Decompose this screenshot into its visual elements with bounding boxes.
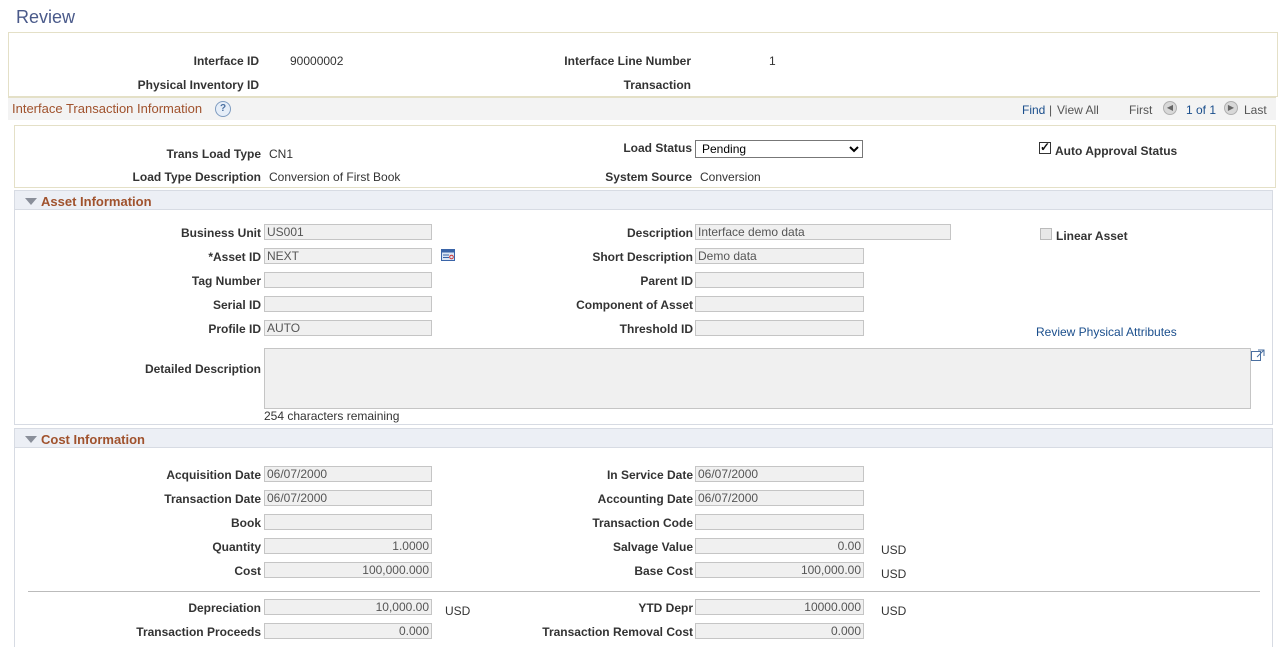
nav-separator: | xyxy=(1049,103,1053,117)
auto-approval-checkbox[interactable]: ✓ xyxy=(1039,140,1051,154)
component-of-asset-label: Component of Asset xyxy=(576,298,693,312)
system-source-value: Conversion xyxy=(700,170,761,184)
ytd-depr-currency: USD xyxy=(881,604,907,618)
interface-line-value: 1 xyxy=(769,54,776,68)
detailed-description-textarea[interactable] xyxy=(264,348,1251,409)
asset-section-header[interactable] xyxy=(14,190,1273,210)
page-title: Review xyxy=(16,7,76,27)
quantity-field[interactable]: 1.0000 xyxy=(264,538,432,554)
base-cost-currency: USD xyxy=(881,567,907,581)
serial-id-label: Serial ID xyxy=(212,298,261,312)
description-label: Description xyxy=(626,226,693,240)
short-description-field[interactable]: Demo data xyxy=(695,248,864,264)
lookup-icon[interactable] xyxy=(441,249,455,261)
grid-title: Interface Transaction Information xyxy=(12,101,203,116)
threshold-id-field[interactable] xyxy=(695,320,864,336)
cost-divider xyxy=(28,591,1260,592)
load-type-desc-label: Load Type Description xyxy=(132,170,261,184)
load-type-desc-value: Conversion of First Book xyxy=(269,170,401,184)
ytd-depr-label: YTD Depr xyxy=(638,601,693,615)
base-cost-field[interactable]: 100,000.00 xyxy=(695,562,864,578)
transaction-removal-cost-field[interactable]: 0.000 xyxy=(695,623,864,639)
cost-section-title: Cost Information xyxy=(41,432,145,447)
business-unit-label: Business Unit xyxy=(180,226,261,240)
description-field[interactable]: Interface demo data xyxy=(695,224,951,240)
transaction-date-field[interactable]: 06/07/2000 xyxy=(264,490,432,506)
parent-id-label: Parent ID xyxy=(640,274,693,288)
business-unit-field[interactable]: US001 xyxy=(264,224,432,240)
interface-line-label: Interface Line Number xyxy=(564,54,691,68)
asset-id-field[interactable]: NEXT xyxy=(264,248,432,264)
depreciation-field[interactable]: 10,000.00 xyxy=(264,599,432,615)
physical-inventory-label: Physical Inventory ID xyxy=(137,78,259,92)
characters-remaining: 254 characters remaining xyxy=(264,409,400,423)
cost-section-header[interactable] xyxy=(14,428,1273,448)
first-link[interactable]: First xyxy=(1129,103,1152,117)
interface-id-value: 90000002 xyxy=(290,54,344,68)
serial-id-field[interactable] xyxy=(264,296,432,312)
load-status-select[interactable]: Pending xyxy=(695,140,863,158)
linear-asset-label: Linear Asset xyxy=(1056,229,1128,243)
profile-id-label: Profile ID xyxy=(208,322,261,336)
cost-label: Cost xyxy=(234,564,261,578)
book-label: Book xyxy=(231,516,261,530)
ytd-depr-field[interactable]: 10000.000 xyxy=(695,599,864,615)
linear-asset-checkbox[interactable] xyxy=(1040,228,1052,240)
book-field[interactable] xyxy=(264,514,432,530)
depreciation-label: Depreciation xyxy=(188,601,261,615)
collapse-icon[interactable] xyxy=(25,198,37,205)
collapse-icon[interactable] xyxy=(25,436,37,443)
trans-load-type-label: Trans Load Type xyxy=(166,147,261,161)
transaction-removal-cost-label: Transaction Removal Cost xyxy=(542,625,693,639)
threshold-id-label: Threshold ID xyxy=(619,322,693,336)
transaction-code-label: Transaction Code xyxy=(592,516,693,530)
transaction-label: Transaction xyxy=(623,78,691,92)
in-service-date-label: In Service Date xyxy=(606,468,693,482)
last-link[interactable]: Last xyxy=(1244,103,1267,117)
check-icon: ✓ xyxy=(1040,140,1051,154)
accounting-date-field[interactable]: 06/07/2000 xyxy=(695,490,864,506)
trans-load-type-value: CN1 xyxy=(269,147,294,161)
find-link[interactable]: Find xyxy=(1022,103,1045,117)
base-cost-label: Base Cost xyxy=(634,564,693,578)
page-info: 1 of 1 xyxy=(1186,103,1217,117)
salvage-currency: USD xyxy=(881,543,907,557)
auto-approval-label: Auto Approval Status xyxy=(1055,144,1178,158)
in-service-date-field[interactable]: 06/07/2000 xyxy=(695,466,864,482)
profile-id-field[interactable]: AUTO xyxy=(264,320,432,336)
component-of-asset-field[interactable] xyxy=(695,296,864,312)
accounting-date-label: Accounting Date xyxy=(597,492,693,506)
expand-icon[interactable] xyxy=(1251,349,1265,361)
parent-id-field[interactable] xyxy=(695,272,864,288)
asset-id-label: *Asset ID xyxy=(208,250,261,264)
quantity-label: Quantity xyxy=(212,540,261,554)
transaction-proceeds-field[interactable]: 0.000 xyxy=(264,623,432,639)
tag-number-field[interactable] xyxy=(264,272,432,288)
asset-section-title: Asset Information xyxy=(41,194,152,209)
transaction-proceeds-label: Transaction Proceeds xyxy=(136,625,261,639)
review-physical-attributes-link[interactable]: Review Physical Attributes xyxy=(1036,325,1177,339)
acquisition-date-label: Acquisition Date xyxy=(166,468,261,482)
acquisition-date-field[interactable]: 06/07/2000 xyxy=(264,466,432,482)
help-icon[interactable]: ? xyxy=(215,101,231,117)
detailed-description-label: Detailed Description xyxy=(144,362,261,376)
cost-field[interactable]: 100,000.000 xyxy=(264,562,432,578)
depreciation-currency: USD xyxy=(445,604,471,618)
prev-icon[interactable]: ◀ xyxy=(1163,101,1177,115)
system-source-label: System Source xyxy=(605,170,692,184)
salvage-value-field[interactable]: 0.00 xyxy=(695,538,864,554)
transaction-date-label: Transaction Date xyxy=(164,492,261,506)
next-icon[interactable]: ▶ xyxy=(1224,101,1238,115)
interface-id-label: Interface ID xyxy=(193,54,259,68)
view-all-link[interactable]: View All xyxy=(1057,103,1099,117)
transaction-code-field[interactable] xyxy=(695,514,864,530)
short-description-label: Short Description xyxy=(592,250,693,264)
load-status-label: Load Status xyxy=(623,141,692,155)
tag-number-label: Tag Number xyxy=(191,274,261,288)
salvage-value-label: Salvage Value xyxy=(612,540,693,554)
